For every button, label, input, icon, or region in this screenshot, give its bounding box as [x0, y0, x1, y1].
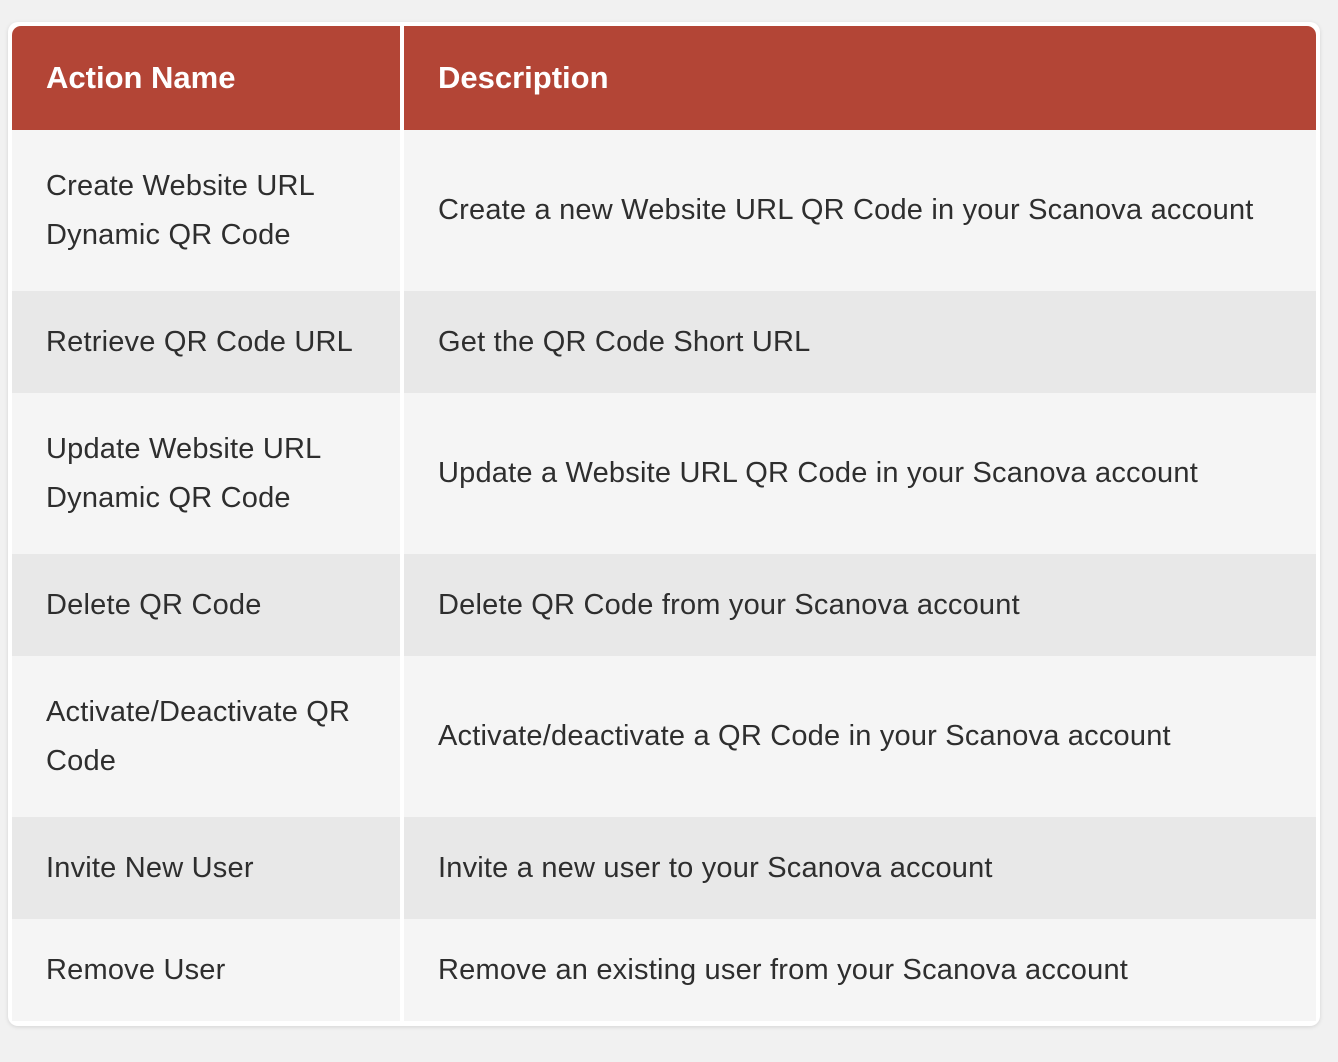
table-row-action: Create Website URL Dynamic QR Code — [12, 130, 400, 291]
table-row-action: Retrieve QR Code URL — [12, 291, 400, 393]
table-row-description: Create a new Website URL QR Code in your… — [404, 130, 1316, 291]
table-row-action: Remove User — [12, 919, 400, 1021]
table-row-action: Invite New User — [12, 817, 400, 919]
table-row-action: Update Website URL Dynamic QR Code — [12, 393, 400, 554]
table-row-description: Delete QR Code from your Scanova account — [404, 554, 1316, 656]
table-row-description: Activate/deactivate a QR Code in your Sc… — [404, 656, 1316, 817]
table-row-action: Activate/Deactivate QR Code — [12, 656, 400, 817]
table-row-description: Remove an existing user from your Scanov… — [404, 919, 1316, 1021]
column-header-description: Description — [404, 26, 1316, 130]
table-row-description: Invite a new user to your Scanova accoun… — [404, 817, 1316, 919]
actions-table-card: Action Name Description Create Website U… — [8, 22, 1320, 1026]
table-row-description: Get the QR Code Short URL — [404, 291, 1316, 393]
table-row-action: Delete QR Code — [12, 554, 400, 656]
actions-table: Action Name Description Create Website U… — [12, 26, 1316, 1021]
table-row-description: Update a Website URL QR Code in your Sca… — [404, 393, 1316, 554]
column-header-action-name: Action Name — [12, 26, 400, 130]
